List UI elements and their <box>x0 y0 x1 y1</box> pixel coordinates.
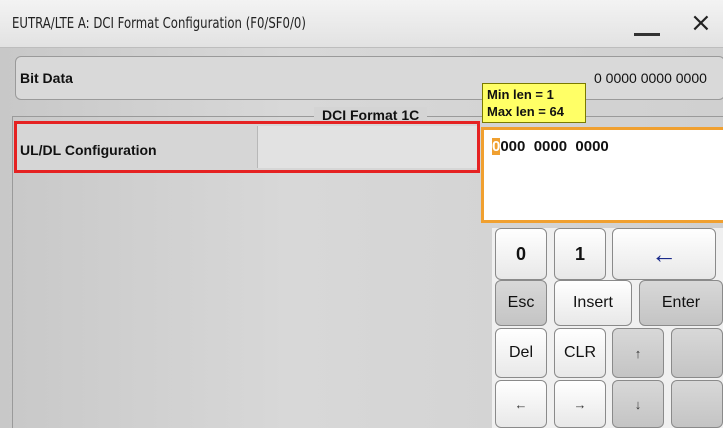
min-len-text: Min len = 1 <box>487 87 554 102</box>
title-bar: EUTRA/LTE A: DCI Format Configuration (F… <box>0 0 723 48</box>
key-1[interactable]: 1 <box>554 228 606 280</box>
bit-keypad: 0 1 ← Esc Insert Enter Del CLR ↑ ← → ↓ <box>492 228 723 428</box>
clr-key[interactable]: CLR <box>554 328 606 378</box>
ul-dl-configuration-row[interactable]: UL/DL Configuration <box>14 121 480 173</box>
group-border-left <box>12 116 13 428</box>
esc-key[interactable]: Esc <box>495 280 547 326</box>
down-arrow-key[interactable]: ↓ <box>612 380 664 428</box>
bit-data-panel: Bit Data 0 0000 0000 0000 <box>15 56 723 100</box>
max-len-text: Max len = 64 <box>487 104 564 119</box>
backspace-key[interactable]: ← <box>612 228 716 280</box>
key-0[interactable]: 0 <box>495 228 547 280</box>
enter-key[interactable]: Enter <box>639 280 723 326</box>
window-title: EUTRA/LTE A: DCI Format Configuration (F… <box>12 14 306 32</box>
left-arrow-key[interactable]: ← <box>495 380 547 428</box>
close-button[interactable]: × <box>690 8 723 44</box>
bit-editor-value: 0000 0000 0000 <box>492 138 609 155</box>
ul-dl-configuration-label: UL/DL Configuration <box>20 142 157 158</box>
bit-data-label: Bit Data <box>20 70 73 86</box>
up-arrow-key[interactable]: ↑ <box>612 328 664 378</box>
bit-editor-text: 000 0000 0000 <box>500 138 609 155</box>
blank-key-2[interactable] <box>671 380 723 428</box>
length-tooltip: Min len = 1 Max len = 64 <box>482 83 586 123</box>
ul-dl-configuration-field[interactable] <box>257 126 477 168</box>
bit-editor-input[interactable]: 0000 0000 0000 <box>481 127 723 223</box>
minimize-icon <box>634 33 660 36</box>
right-arrow-key[interactable]: → <box>554 380 606 428</box>
bit-data-value: 0 0000 0000 0000 <box>594 70 707 86</box>
insert-key[interactable]: Insert <box>554 280 632 326</box>
blank-key-1[interactable] <box>671 328 723 378</box>
minimize-button[interactable] <box>628 6 672 42</box>
del-key[interactable]: Del <box>495 328 547 378</box>
